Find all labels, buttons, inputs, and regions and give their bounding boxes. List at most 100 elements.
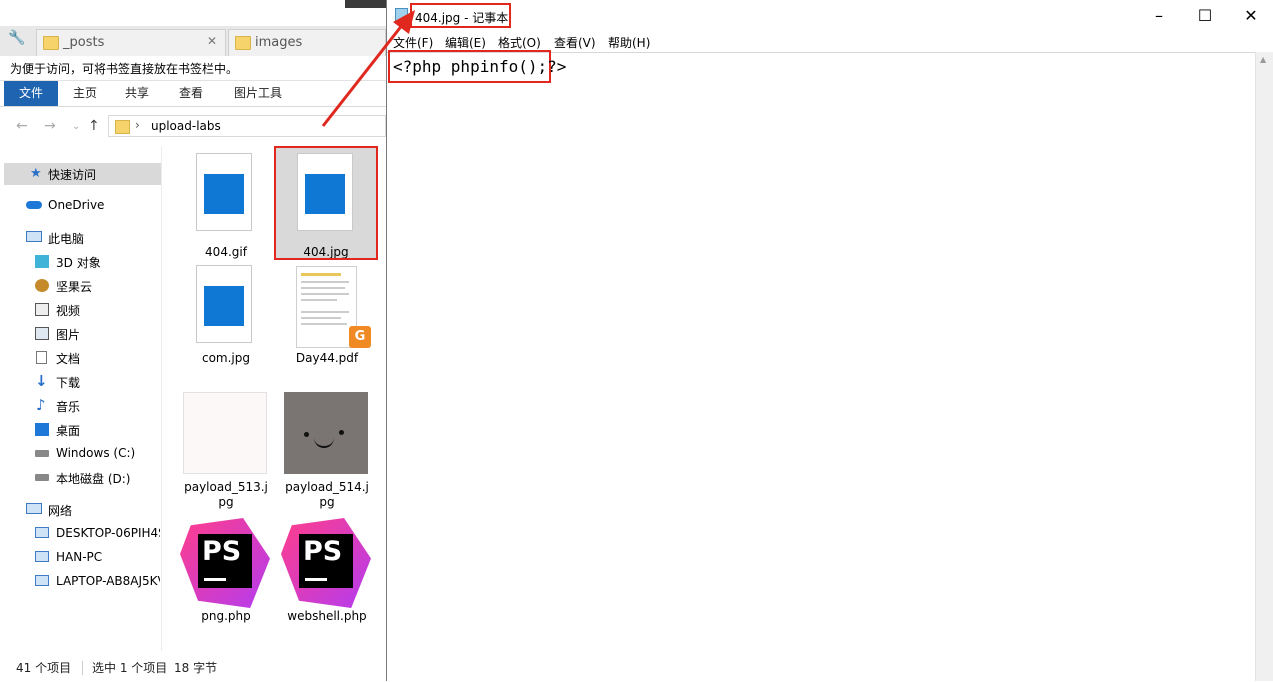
- status-size: 18 字节: [174, 661, 218, 675]
- nav-item-drive-d[interactable]: 本地磁盘 (D:): [0, 467, 160, 489]
- up-arrow-icon[interactable]: ↑: [88, 118, 100, 134]
- pdf-app-badge-icon: G: [349, 326, 371, 348]
- file-list: 404.gif 404.jpg com.jpg G Day44.pdf payl…: [162, 146, 386, 651]
- ribbon-tab-file[interactable]: 文件: [4, 81, 58, 106]
- nav-item-onedrive[interactable]: OneDrive: [0, 195, 160, 217]
- video-icon: [35, 303, 49, 316]
- nav-label: 3D 对象: [56, 256, 101, 270]
- nut-icon: [35, 279, 49, 292]
- nav-item-videos[interactable]: 视频: [0, 299, 160, 321]
- nav-item-host-desktop[interactable]: DESKTOP-06PIH4S: [0, 523, 160, 545]
- nav-item-quick-access[interactable]: ★ 快速访问: [4, 163, 162, 185]
- status-selected: 选中 1 个项目: [92, 661, 168, 675]
- taskbar-strip: [345, 0, 386, 8]
- window-title: 404.jpg - 记事本: [415, 11, 509, 25]
- nav-item-drive-c[interactable]: Windows (C:): [0, 443, 160, 465]
- file-name: 404.gif: [205, 245, 247, 259]
- cube-icon: [35, 255, 49, 268]
- nav-label: LAPTOP-AB8AJ5KV: [56, 574, 160, 588]
- text-editor-area[interactable]: <?php phpinfo();?>: [387, 50, 1273, 682]
- forward-arrow-icon[interactable]: →: [44, 118, 56, 134]
- close-button[interactable]: ✕: [1228, 0, 1273, 32]
- ribbon-tab-home[interactable]: 主页: [64, 81, 106, 106]
- file-item[interactable]: 404.gif: [180, 152, 272, 260]
- menu-help[interactable]: 帮助(H): [608, 34, 650, 51]
- title-highlight-box: 404.jpg - 记事本: [410, 3, 511, 28]
- close-icon[interactable]: ✕: [207, 34, 217, 48]
- computer-icon: [35, 575, 49, 586]
- back-arrow-icon[interactable]: ←: [16, 118, 28, 134]
- nav-item-documents[interactable]: 文档: [0, 347, 160, 369]
- picture-icon: [35, 327, 49, 340]
- nav-label: OneDrive: [48, 198, 105, 212]
- ribbon-tab-picture-tools[interactable]: 图片工具: [226, 81, 290, 106]
- nav-label: DESKTOP-06PIH4S: [56, 526, 160, 540]
- drive-icon: [35, 474, 49, 481]
- ribbon-tab-view[interactable]: 查看: [170, 81, 212, 106]
- nav-item-3d-objects[interactable]: 3D 对象: [0, 251, 160, 273]
- star-icon: ★: [30, 166, 42, 181]
- image-file-icon: [196, 265, 252, 343]
- computer-icon: [35, 527, 49, 538]
- wrench-icon[interactable]: 🔧: [8, 30, 25, 46]
- nav-item-jianguoyun[interactable]: 坚果云: [0, 275, 160, 297]
- file-item[interactable]: PS webshell.php: [281, 518, 373, 626]
- menu-edit[interactable]: 编辑(E): [445, 34, 486, 51]
- arrow-line: [321, 23, 405, 127]
- nav-label: 图片: [56, 328, 81, 342]
- ribbon-tab-share[interactable]: 共享: [116, 81, 158, 106]
- file-item[interactable]: payload_514.j pg: [281, 392, 373, 516]
- highlight-box: [274, 146, 378, 260]
- chevron-right-icon: ›: [135, 118, 140, 132]
- nav-label: 网络: [48, 504, 73, 518]
- nav-item-network[interactable]: 网络: [0, 499, 160, 521]
- infobar-text: 为便于访问，可将书签直接放在书签栏中。: [10, 62, 239, 76]
- menu-format[interactable]: 格式(O): [498, 34, 541, 51]
- chevron-down-icon[interactable]: ⌄: [72, 121, 80, 132]
- nav-item-pictures[interactable]: 图片: [0, 323, 160, 345]
- nav-item-host-han[interactable]: HAN-PC: [0, 547, 160, 569]
- music-note-icon: ♪: [36, 396, 46, 414]
- ps-text: PS: [202, 536, 242, 567]
- blank-image-thumbnail: [183, 392, 267, 474]
- nav-label: 本地磁盘 (D:): [56, 472, 131, 486]
- nav-label: 文档: [56, 352, 81, 366]
- minimize-button[interactable]: –: [1136, 0, 1182, 32]
- computer-icon: [35, 551, 49, 562]
- folder-icon: [235, 36, 251, 50]
- nav-item-this-pc[interactable]: 此电脑: [0, 227, 160, 249]
- file-item[interactable]: payload_513.j pg: [180, 392, 272, 516]
- status-bar: 41 个项目 选中 1 个项目 18 字节: [0, 655, 386, 681]
- nav-label: Windows (C:): [56, 446, 136, 460]
- file-item[interactable]: G Day44.pdf: [281, 264, 373, 372]
- menu-view[interactable]: 查看(V): [554, 34, 596, 51]
- address-path-text: upload-labs: [151, 119, 221, 133]
- title-bar: 404.jpg - 记事本 – ☐ ✕: [387, 0, 1273, 32]
- nav-item-host-laptop[interactable]: LAPTOP-AB8AJ5KV: [0, 571, 160, 593]
- smiley-image-thumbnail: [284, 392, 368, 474]
- file-name: com.jpg: [201, 351, 250, 365]
- desktop-icon: [35, 423, 49, 436]
- file-name: Day44.pdf: [295, 351, 359, 365]
- computer-icon: [26, 231, 42, 242]
- nav-label: 桌面: [56, 424, 81, 438]
- vertical-scrollbar[interactable]: ▲: [1255, 52, 1273, 681]
- drive-icon: [35, 450, 49, 457]
- nav-label: 此电脑: [48, 232, 85, 246]
- file-name: payload_514.j pg: [285, 480, 369, 509]
- nav-item-music[interactable]: ♪ 音乐: [0, 395, 160, 417]
- file-item[interactable]: PS png.php: [180, 518, 272, 626]
- nav-item-downloads[interactable]: ↓ 下载: [0, 371, 160, 393]
- tab-posts[interactable]: _posts ✕: [36, 29, 226, 56]
- nav-label: 坚果云: [56, 280, 93, 294]
- folder-icon: [115, 120, 130, 134]
- file-item[interactable]: com.jpg: [180, 264, 272, 372]
- phpstorm-logo-square: PS: [299, 534, 353, 588]
- scroll-up-icon[interactable]: ▲: [1260, 55, 1266, 64]
- cloud-icon: [26, 201, 42, 209]
- ps-text: PS: [303, 536, 343, 567]
- maximize-button[interactable]: ☐: [1182, 0, 1228, 32]
- download-arrow-icon: ↓: [35, 372, 48, 390]
- nav-item-desktop[interactable]: 桌面: [0, 419, 160, 441]
- document-icon: [36, 351, 47, 364]
